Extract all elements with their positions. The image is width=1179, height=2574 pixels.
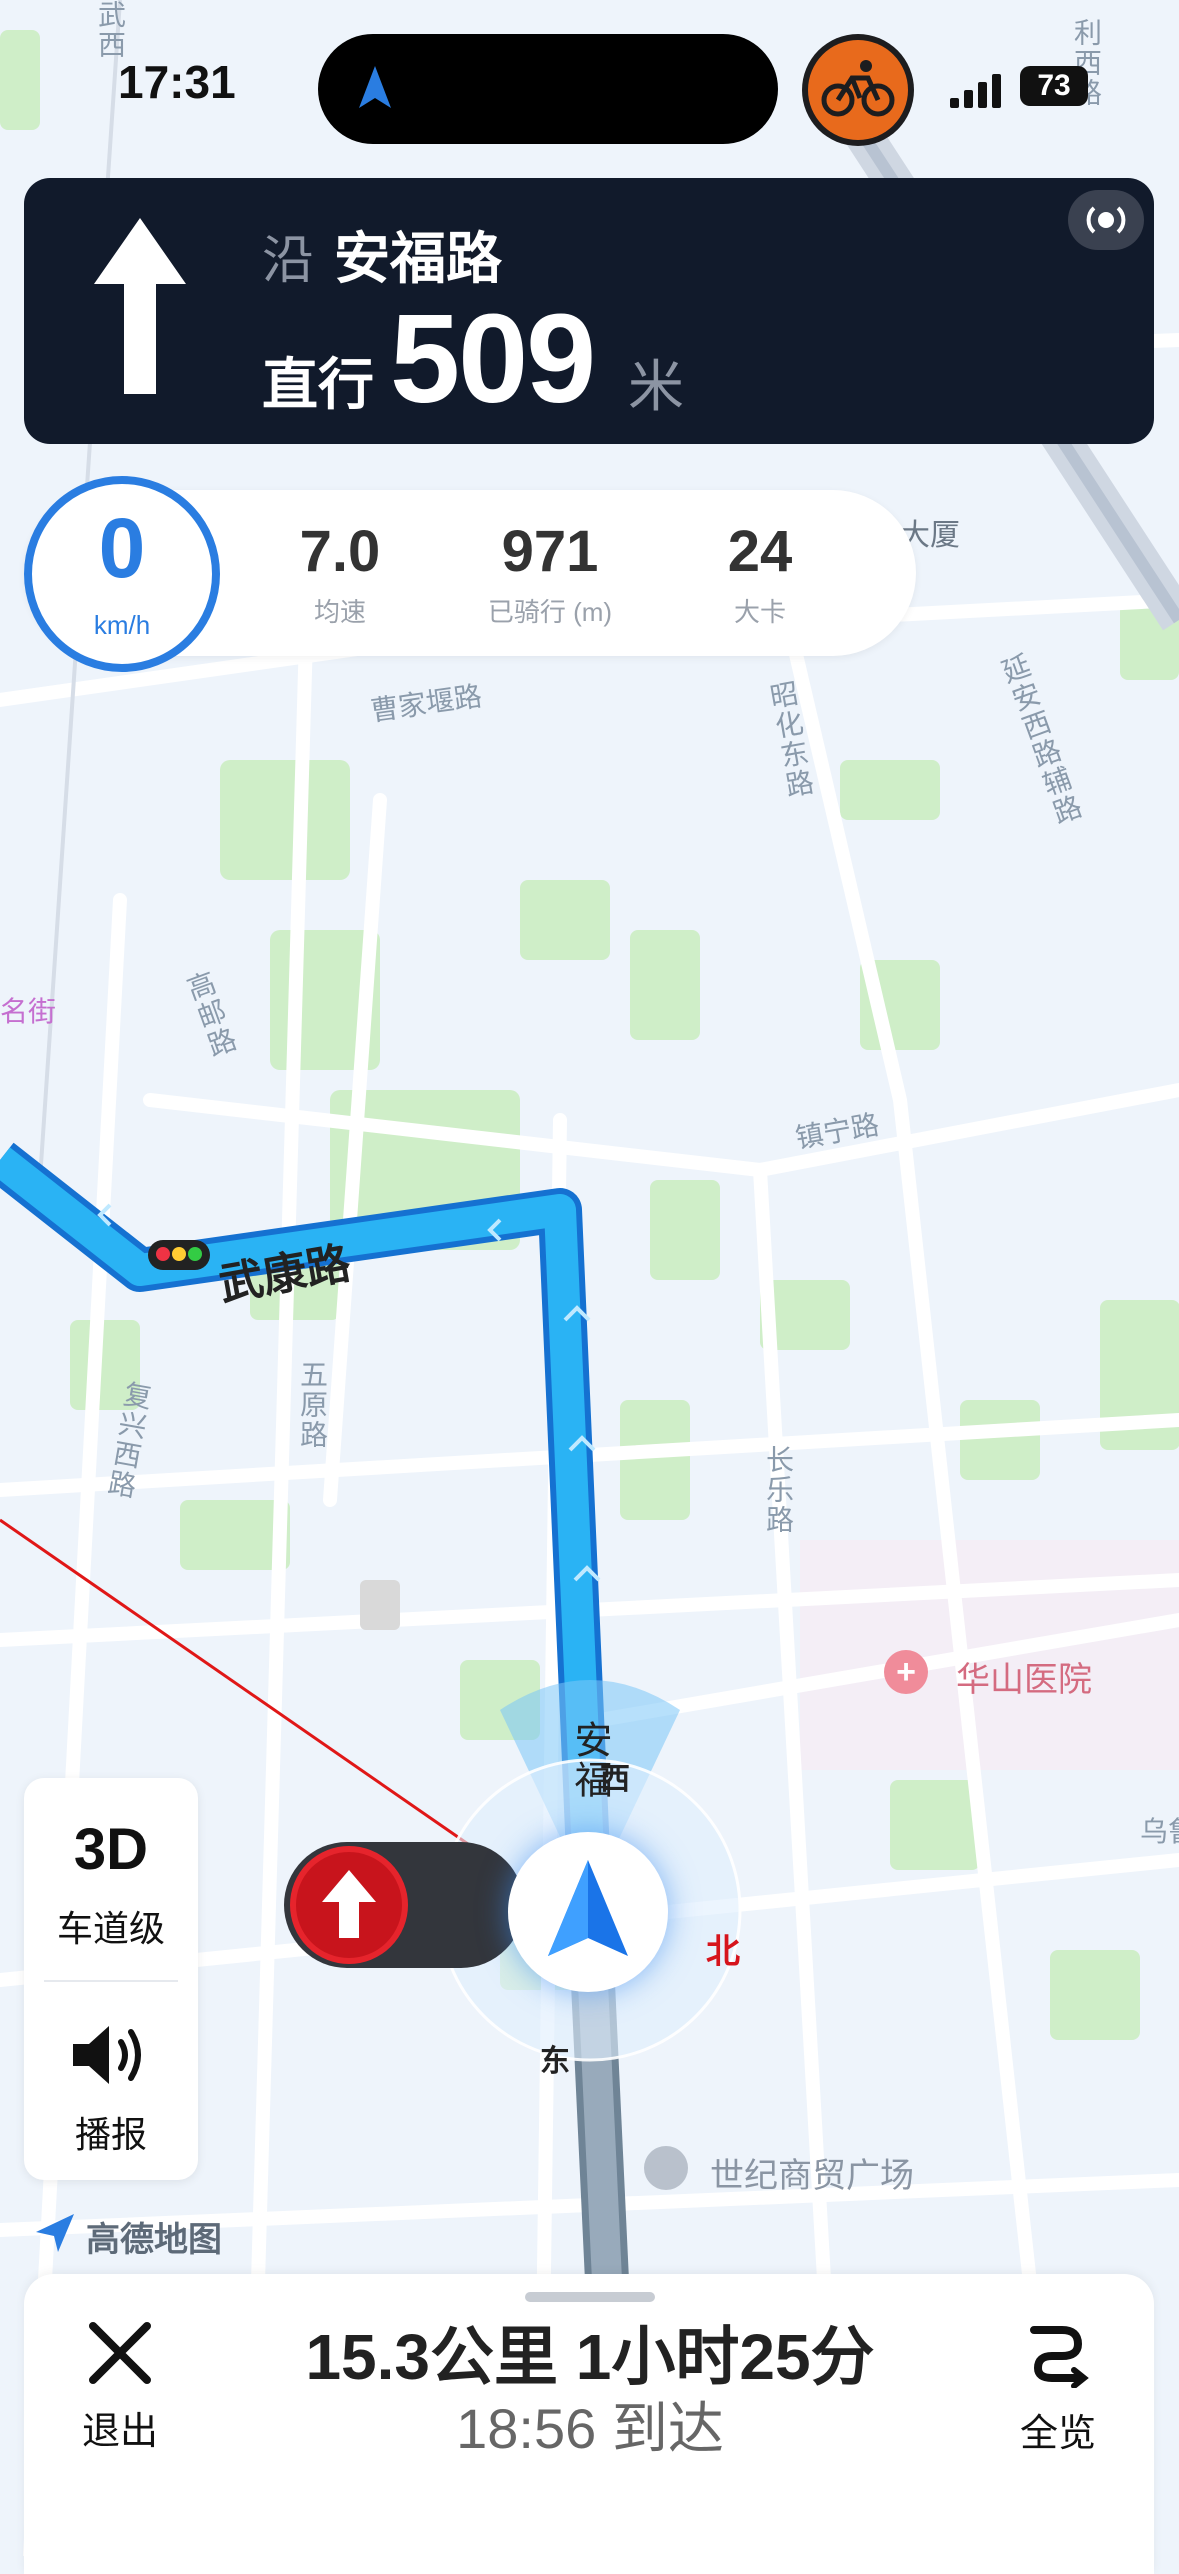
straight-arrow-icon — [94, 218, 186, 394]
bicycle-icon — [808, 40, 908, 140]
route-eta: 18:56 到达 — [456, 2397, 724, 2460]
close-icon[interactable] — [85, 2318, 155, 2388]
nav-distance: 509 — [390, 288, 596, 429]
up-arrow-icon — [322, 1870, 376, 1938]
nav-along-prefix: 沿 — [262, 232, 315, 290]
amap-logo-icon — [36, 2214, 74, 2252]
road-label-ming-jie: 名街 — [0, 996, 57, 1027]
lane-mode-button[interactable]: 3D — [24, 1816, 198, 1883]
cellular-signal-icon — [950, 74, 1001, 108]
traffic-signal-red-light — [290, 1846, 408, 1964]
poi-label-mall[interactable]: 世纪商贸广场 — [710, 2148, 914, 2197]
current-location-arrow-icon — [548, 1860, 628, 1956]
poi-label-hospital[interactable]: 华山医院 — [956, 1652, 1092, 1701]
hospital-icon: + — [884, 1650, 928, 1694]
road-label-chang-le: 长乐路 — [763, 1445, 794, 1535]
nav-distance-unit: 米 — [628, 355, 684, 418]
compass-east: 东 — [540, 2045, 570, 2078]
current-speed: 0 — [98, 501, 146, 595]
building-icon — [644, 2146, 688, 2190]
route-overview-icon[interactable] — [1022, 2316, 1094, 2388]
traffic-light-icon — [148, 1240, 210, 1270]
ridden-distance-value: 971 — [501, 519, 599, 584]
avg-speed-value: 7.0 — [299, 519, 381, 584]
ridden-distance-label: 已骑行 (m) — [487, 597, 613, 627]
speed-unit: km/h — [93, 610, 151, 640]
battery-indicator: 73 — [1020, 66, 1088, 106]
nav-road-name: 安福路 — [334, 227, 502, 290]
current-location-marker — [508, 1832, 668, 1992]
avg-speed-label: 均速 — [313, 597, 366, 627]
satellite-icon — [1086, 206, 1126, 234]
side-panel-divider — [44, 1980, 178, 1982]
status-time: 17:31 — [118, 56, 236, 108]
road-label-wu-lu: 乌鲁 — [1140, 1816, 1179, 1847]
speaker-icon[interactable] — [69, 2020, 153, 2090]
compass-west: 西 — [600, 1763, 630, 1796]
lane-mode-label[interactable]: 车道级 — [24, 1900, 198, 1952]
compass-north: 北 — [706, 1933, 740, 1971]
calories-label: 大卡 — [733, 597, 786, 627]
navigation-arrow-icon — [359, 66, 391, 108]
road-label-wu-yuan: 五原路 — [297, 1360, 328, 1450]
nav-action: 直行 — [262, 353, 374, 416]
drag-handle[interactable] — [525, 2292, 655, 2302]
bike-activity-bubble[interactable] — [802, 34, 914, 146]
gps-signal-button[interactable] — [1068, 190, 1144, 250]
amap-logo-text: 高德地图 — [86, 2221, 222, 2259]
exit-button[interactable]: 退出 — [60, 2400, 180, 2455]
calories-value: 24 — [727, 519, 793, 584]
voice-broadcast-button[interactable]: 播报 — [24, 2106, 198, 2158]
road-label-wu-xi: 武西 — [95, 0, 126, 60]
overview-button[interactable]: 全览 — [998, 2402, 1118, 2457]
